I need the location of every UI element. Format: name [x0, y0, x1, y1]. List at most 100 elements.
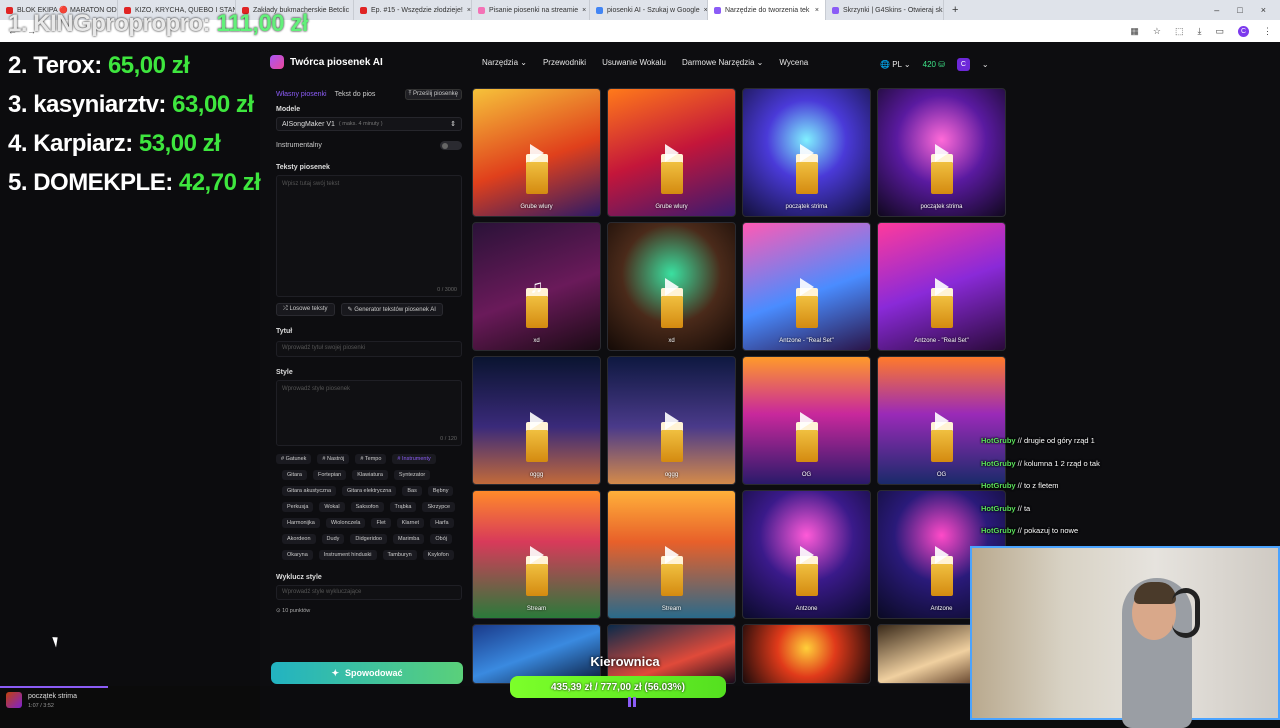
browser-tab[interactable]: Narzędzie do tworzenia tek × — [708, 0, 826, 20]
translate-icon[interactable]: ▦ — [1130, 26, 1139, 37]
language-selector[interactable]: 🌐 PL ⌄ — [880, 60, 911, 69]
play-icon[interactable] — [664, 277, 679, 296]
play-icon[interactable] — [529, 143, 544, 162]
instrument-chip[interactable]: Bas — [402, 486, 422, 496]
song-card[interactable]: Grube wlury — [607, 88, 736, 217]
song-card[interactable]: oggg — [607, 356, 736, 485]
song-card[interactable]: Stream — [472, 490, 601, 619]
play-icon[interactable] — [799, 143, 814, 162]
tab-custom-song[interactable]: Własny piosenki — [276, 91, 327, 98]
instrumental-toggle[interactable] — [440, 141, 462, 150]
song-card[interactable]: ♫ xd — [472, 222, 601, 351]
browser-tab[interactable]: Skrzynki | G4Skins - Otwieraj sk× — [826, 0, 944, 20]
title-input[interactable]: Wprowadź tytuł swojej piosenki — [276, 341, 462, 357]
song-card[interactable]: początek strima — [742, 88, 871, 217]
song-card[interactable]: początek strima — [877, 88, 1006, 217]
instrument-chip[interactable]: Klawiatura — [352, 470, 388, 480]
chevron-down-icon[interactable]: ⌄ — [982, 60, 989, 69]
song-card[interactable]: Stream — [607, 490, 736, 619]
instrument-chip[interactable]: Flet — [371, 518, 391, 528]
instrument-chip[interactable]: Bębny — [427, 486, 454, 496]
play-icon[interactable] — [664, 143, 679, 162]
song-card[interactable]: Antzone — [742, 490, 871, 619]
tab-lyrics-to-song[interactable]: Tekst do pios — [335, 91, 376, 98]
play-icon[interactable] — [664, 545, 679, 564]
instrument-chip[interactable]: Wokal — [319, 502, 345, 512]
model-select[interactable]: AISongMaker V1 ( maks. 4 minuty ) ⇕ — [276, 117, 462, 131]
nav-link[interactable]: Wycena — [779, 58, 808, 67]
upload-song-button[interactable]: ⤒ Prześlij piosenkę — [404, 88, 462, 100]
play-icon[interactable] — [934, 277, 949, 296]
style-tab[interactable]: # Nastrój — [317, 454, 350, 464]
style-tab[interactable]: # Gatunek — [276, 454, 312, 464]
close-window-icon[interactable]: × — [1261, 5, 1266, 15]
instrument-chip[interactable]: Harfa — [430, 518, 454, 528]
instrument-chip[interactable]: Fortepian — [312, 470, 347, 480]
generate-button[interactable]: ✦ Spowodować — [271, 662, 463, 684]
song-card[interactable] — [742, 624, 871, 684]
play-icon[interactable] — [934, 545, 949, 564]
style-tab[interactable]: # Instrumenty — [392, 454, 436, 464]
playback-progress[interactable] — [0, 686, 108, 688]
instrument-chip[interactable]: Klarnet — [396, 518, 425, 528]
instrument-chip[interactable]: Syntezator — [393, 470, 431, 480]
instrument-chip[interactable]: Skrzypce — [422, 502, 456, 512]
nav-link[interactable]: Narzędzia ⌄ — [482, 58, 527, 67]
song-card[interactable]: xd — [607, 222, 736, 351]
song-card[interactable]: OG — [742, 356, 871, 485]
instrument-chip[interactable]: Wiolonczela — [325, 518, 366, 528]
close-icon[interactable]: × — [815, 7, 819, 14]
user-avatar[interactable]: C — [956, 58, 970, 71]
exclude-input[interactable]: Wprowadź style wykluczające — [276, 585, 462, 600]
sidebar-icon[interactable]: ▭ — [1215, 26, 1224, 37]
instrument-chip[interactable]: Obój — [430, 534, 453, 544]
play-icon[interactable] — [934, 411, 949, 430]
instrument-chip[interactable]: Gitara — [282, 470, 307, 480]
close-icon[interactable]: × — [467, 7, 471, 14]
instrument-chip[interactable]: Trąbka — [389, 502, 417, 512]
play-icon[interactable] — [799, 277, 814, 296]
instrument-chip[interactable]: Akordeon — [282, 534, 316, 544]
maximize-icon[interactable]: □ — [1237, 5, 1242, 15]
instrument-chip[interactable]: Instrument hinduski — [318, 550, 377, 560]
style-textarea[interactable]: Wprowadź style piosenek 0 / 120 — [276, 380, 462, 446]
close-icon[interactable]: × — [582, 7, 586, 14]
song-card[interactable]: Grube wlury — [472, 88, 601, 217]
nav-link[interactable]: Przewodniki — [543, 58, 586, 67]
browser-tab[interactable]: piosenki AI - Szukaj w Google × — [590, 0, 708, 20]
play-icon[interactable] — [664, 411, 679, 430]
lyrics-textarea[interactable]: Wpisz tutaj swój tekst 0 / 3000 — [276, 175, 462, 297]
lyrics-generator-button[interactable]: ✎ Generator tekstów piosenek AI — [340, 303, 443, 316]
song-card[interactable]: Antzone - "Real Set" — [742, 222, 871, 351]
style-tab[interactable]: # Tempo — [355, 454, 387, 464]
play-icon[interactable] — [529, 545, 544, 564]
instrument-chip[interactable]: Ksylofon — [422, 550, 454, 560]
extensions-icon[interactable]: ⬚ — [1175, 26, 1184, 37]
random-lyrics-button[interactable]: ⤮ Losowe teksty — [276, 303, 335, 316]
instrument-chip[interactable]: Saksofon — [350, 502, 384, 512]
play-icon[interactable] — [799, 411, 814, 430]
site-logo[interactable]: Twórca piosenek AI — [270, 55, 383, 69]
instrument-chip[interactable]: Gitara elektryczna — [342, 486, 397, 496]
play-icon[interactable] — [529, 411, 544, 430]
download-icon[interactable]: ⤓ — [1198, 26, 1202, 37]
instrument-chip[interactable]: Marimba — [393, 534, 425, 544]
instrument-chip[interactable]: Okaryna — [282, 550, 313, 560]
minimize-icon[interactable]: – — [1214, 5, 1219, 15]
instrument-chip[interactable]: Perkusja — [282, 502, 314, 512]
play-icon[interactable] — [934, 143, 949, 162]
nav-link[interactable]: Usuwanie Wokalu — [602, 58, 666, 67]
play-icon[interactable] — [799, 545, 814, 564]
instrument-chip[interactable]: Gitara akustyczna — [282, 486, 337, 496]
instrument-chip[interactable]: Didgeridoo — [350, 534, 387, 544]
profile-avatar[interactable]: C — [1238, 25, 1249, 37]
song-card[interactable]: Antzone - "Real Set" — [877, 222, 1006, 351]
nav-link[interactable]: Darmowe Narzędzia ⌄ — [682, 58, 763, 67]
song-card[interactable]: oggg — [472, 356, 601, 485]
star-icon[interactable]: ☆ — [1153, 26, 1161, 37]
menu-icon[interactable]: ⋮ — [1263, 26, 1272, 37]
browser-tab[interactable]: Ep. #15 - Wszędzie złodzieje! × — [354, 0, 472, 20]
pause-icon[interactable] — [628, 697, 636, 707]
browser-tab[interactable]: Pisanie piosenki na streamie × — [472, 0, 590, 20]
instrument-chip[interactable]: Tamburyn — [382, 550, 417, 560]
